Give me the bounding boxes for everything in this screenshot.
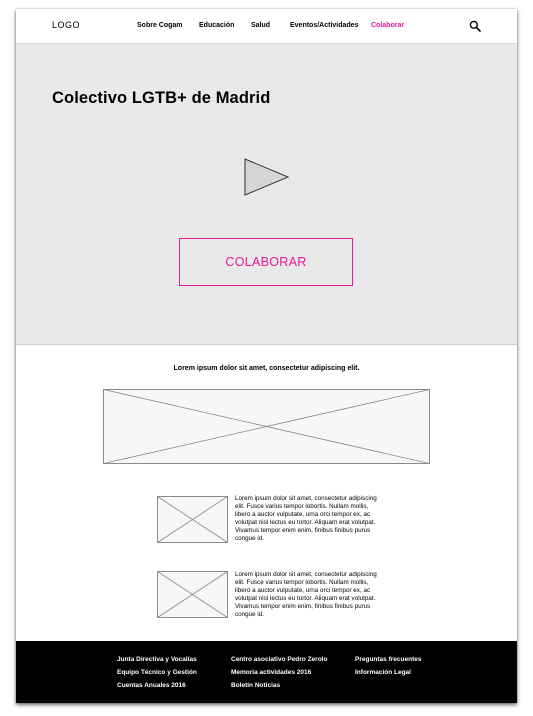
- footer-link-junta-directiva[interactable]: Junta Directiva y Vocalías: [117, 656, 197, 663]
- page-frame: LOGO Sobre Cogam Educación Salud Eventos…: [16, 9, 517, 703]
- nav-item-salud[interactable]: Salud: [251, 22, 270, 29]
- footer-link-informacion-legal[interactable]: Información Legal: [355, 669, 411, 676]
- hero-section: Colectivo LGTB+ de Madrid COLABORAR: [16, 44, 517, 345]
- intro-text: Lorem ipsum dolor sit amet, consectetur …: [173, 365, 360, 372]
- top-navigation: LOGO Sobre Cogam Educación Salud Eventos…: [16, 9, 517, 44]
- nav-item-colaborar[interactable]: Colaborar: [371, 22, 404, 29]
- footer-link-cuentas-anuales[interactable]: Cuentas Anuales 2016: [117, 682, 186, 689]
- nav-item-sobre-cogam[interactable]: Sobre Cogam: [137, 22, 183, 29]
- colaborar-button[interactable]: COLABORAR: [179, 238, 353, 286]
- search-icon[interactable]: [469, 20, 481, 32]
- footer-link-memoria-actividades[interactable]: Memoria actividades 2016: [231, 669, 311, 676]
- footer-link-boletin-noticias[interactable]: Boletín Noticias: [231, 682, 280, 689]
- footer-link-centro-asociativo[interactable]: Centro asociativo Pedro Zerolo: [231, 656, 327, 663]
- hero-title: Colectivo LGTB+ de Madrid: [52, 89, 271, 107]
- play-icon[interactable]: [243, 157, 291, 197]
- feature-image-placeholder: [157, 496, 228, 543]
- nav-item-educacion[interactable]: Educación: [199, 22, 234, 29]
- footer-link-equipo-tecnico[interactable]: Equipo Técnico y Gestión: [117, 669, 197, 676]
- logo[interactable]: LOGO: [52, 20, 80, 30]
- nav-item-eventos-actividades[interactable]: Eventos/Actividades: [290, 22, 358, 29]
- feature-text: Lorem ipsum dolor sit amet, consectetur …: [235, 571, 377, 619]
- footer: Junta Directiva y Vocalías Equipo Técnic…: [16, 641, 517, 703]
- feature-text: Lorem ipsum dolor sit amet, consectetur …: [235, 495, 377, 543]
- banner-image-placeholder: [103, 389, 430, 464]
- footer-link-preguntas-frecuentes[interactable]: Preguntas frecuentes: [355, 656, 421, 663]
- feature-image-placeholder: [157, 571, 228, 618]
